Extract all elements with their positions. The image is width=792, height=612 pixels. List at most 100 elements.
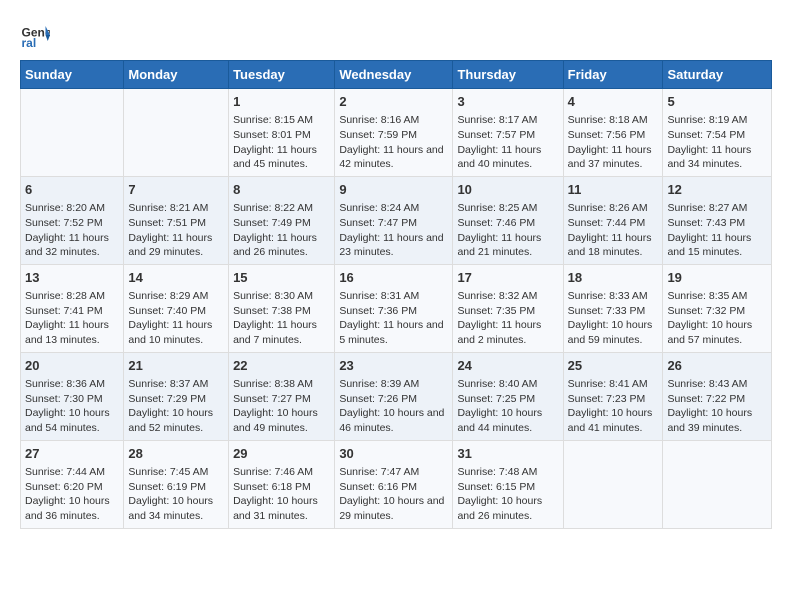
day-info-line: Sunrise: 7:45 AM <box>128 465 224 480</box>
day-info-line: Sunrise: 8:19 AM <box>667 113 767 128</box>
day-number: 11 <box>568 181 659 199</box>
day-info-line: Daylight: 11 hours and 29 minutes. <box>128 231 224 260</box>
day-info-line: Sunset: 6:18 PM <box>233 480 330 495</box>
header-day-saturday: Saturday <box>663 61 772 89</box>
day-info-line: Sunrise: 8:43 AM <box>667 377 767 392</box>
day-number: 20 <box>25 357 119 375</box>
day-info-line: Sunrise: 8:38 AM <box>233 377 330 392</box>
calendar-cell: 10Sunrise: 8:25 AMSunset: 7:46 PMDayligh… <box>453 176 563 264</box>
day-info-line: Daylight: 10 hours and 59 minutes. <box>568 318 659 347</box>
day-info-line: Sunrise: 8:20 AM <box>25 201 119 216</box>
day-info-line: Daylight: 10 hours and 26 minutes. <box>457 494 558 523</box>
day-info-line: Sunset: 7:26 PM <box>339 392 448 407</box>
calendar-cell <box>124 89 229 177</box>
day-info-line: Sunset: 6:16 PM <box>339 480 448 495</box>
calendar-cell: 19Sunrise: 8:35 AMSunset: 7:32 PMDayligh… <box>663 264 772 352</box>
day-info-line: Sunset: 7:36 PM <box>339 304 448 319</box>
calendar-cell: 23Sunrise: 8:39 AMSunset: 7:26 PMDayligh… <box>335 352 453 440</box>
day-info-line: Sunset: 7:23 PM <box>568 392 659 407</box>
week-row-4: 20Sunrise: 8:36 AMSunset: 7:30 PMDayligh… <box>21 352 772 440</box>
day-info-line: Daylight: 11 hours and 10 minutes. <box>128 318 224 347</box>
day-info-line: Sunrise: 8:40 AM <box>457 377 558 392</box>
day-info-line: Daylight: 11 hours and 34 minutes. <box>667 143 767 172</box>
calendar-cell: 26Sunrise: 8:43 AMSunset: 7:22 PMDayligh… <box>663 352 772 440</box>
day-number: 15 <box>233 269 330 287</box>
day-number: 14 <box>128 269 224 287</box>
day-info-line: Sunset: 6:20 PM <box>25 480 119 495</box>
calendar-cell: 17Sunrise: 8:32 AMSunset: 7:35 PMDayligh… <box>453 264 563 352</box>
calendar-cell: 8Sunrise: 8:22 AMSunset: 7:49 PMDaylight… <box>229 176 335 264</box>
calendar-cell <box>663 440 772 528</box>
day-info-line: Sunset: 7:54 PM <box>667 128 767 143</box>
calendar-cell: 6 Sunrise: 8:20 AMSunset: 7:52 PMDaylight… <box>21 176 124 264</box>
day-info-line: Sunrise: 7:46 AM <box>233 465 330 480</box>
calendar-cell: 14Sunrise: 8:29 AMSunset: 7:40 PMDayligh… <box>124 264 229 352</box>
day-info-line: Daylight: 10 hours and 52 minutes. <box>128 406 224 435</box>
header-row: SundayMondayTuesdayWednesdayThursdayFrid… <box>21 61 772 89</box>
day-number: 13 <box>25 269 119 287</box>
day-info-line: Daylight: 10 hours and 36 minutes. <box>25 494 119 523</box>
day-info-line: Sunset: 7:35 PM <box>457 304 558 319</box>
day-info-line: Sunset: 7:59 PM <box>339 128 448 143</box>
day-number: 6 <box>25 181 119 199</box>
week-row-1: 1Sunrise: 8:15 AMSunset: 8:01 PMDaylight… <box>21 89 772 177</box>
day-info-line: Sunrise: 8:15 AM <box>233 113 330 128</box>
day-info-line: Daylight: 11 hours and 5 minutes. <box>339 318 448 347</box>
calendar-cell: 7Sunrise: 8:21 AMSunset: 7:51 PMDaylight… <box>124 176 229 264</box>
calendar-cell: 9Sunrise: 8:24 AMSunset: 7:47 PMDaylight… <box>335 176 453 264</box>
day-info-line: Sunset: 7:52 PM <box>25 216 119 231</box>
day-info-line: Sunset: 7:44 PM <box>568 216 659 231</box>
calendar-cell: 25Sunrise: 8:41 AMSunset: 7:23 PMDayligh… <box>563 352 663 440</box>
day-number: 7 <box>128 181 224 199</box>
day-number: 27 <box>25 445 119 463</box>
day-number: 16 <box>339 269 448 287</box>
day-info-line: Daylight: 11 hours and 7 minutes. <box>233 318 330 347</box>
day-number: 10 <box>457 181 558 199</box>
day-info-line: Sunset: 7:27 PM <box>233 392 330 407</box>
day-number: 21 <box>128 357 224 375</box>
calendar-cell: 5Sunrise: 8:19 AMSunset: 7:54 PMDaylight… <box>663 89 772 177</box>
day-info-line: Sunrise: 7:44 AM <box>25 465 119 480</box>
day-info-line: Daylight: 11 hours and 40 minutes. <box>457 143 558 172</box>
day-number: 22 <box>233 357 330 375</box>
day-number: 25 <box>568 357 659 375</box>
day-info-line: Sunrise: 8:25 AM <box>457 201 558 216</box>
calendar-cell: 15Sunrise: 8:30 AMSunset: 7:38 PMDayligh… <box>229 264 335 352</box>
header-day-thursday: Thursday <box>453 61 563 89</box>
calendar-cell: 21Sunrise: 8:37 AMSunset: 7:29 PMDayligh… <box>124 352 229 440</box>
calendar-cell: 24Sunrise: 8:40 AMSunset: 7:25 PMDayligh… <box>453 352 563 440</box>
day-info-line: Daylight: 11 hours and 13 minutes. <box>25 318 119 347</box>
day-info-line: Sunrise: 8:36 AM <box>25 377 119 392</box>
day-info-line: Sunset: 7:32 PM <box>667 304 767 319</box>
day-number: 9 <box>339 181 448 199</box>
calendar-cell: 13Sunrise: 8:28 AMSunset: 7:41 PMDayligh… <box>21 264 124 352</box>
week-row-3: 13Sunrise: 8:28 AMSunset: 7:41 PMDayligh… <box>21 264 772 352</box>
day-info-line: Daylight: 11 hours and 32 minutes. <box>25 231 119 260</box>
day-info-line: Daylight: 11 hours and 37 minutes. <box>568 143 659 172</box>
page-header: Gene ral <box>20 20 772 50</box>
day-info-line: Daylight: 11 hours and 2 minutes. <box>457 318 558 347</box>
day-info-line: Sunrise: 8:28 AM <box>25 289 119 304</box>
calendar-cell: 27 Sunrise: 7:44 AMSunset: 6:20 PMDayligh… <box>21 440 124 528</box>
day-info-line: Sunset: 7:47 PM <box>339 216 448 231</box>
day-number: 31 <box>457 445 558 463</box>
day-info-line: Sunset: 6:19 PM <box>128 480 224 495</box>
day-info-line: Daylight: 10 hours and 44 minutes. <box>457 406 558 435</box>
calendar-cell <box>21 89 124 177</box>
day-info-line: Sunrise: 8:27 AM <box>667 201 767 216</box>
day-info-line: Sunrise: 8:21 AM <box>128 201 224 216</box>
day-number: 2 <box>339 93 448 111</box>
day-info-line: Daylight: 11 hours and 15 minutes. <box>667 231 767 260</box>
calendar-header: SundayMondayTuesdayWednesdayThursdayFrid… <box>21 61 772 89</box>
day-number: 3 <box>457 93 558 111</box>
day-info-line: Sunset: 7:40 PM <box>128 304 224 319</box>
header-day-monday: Monday <box>124 61 229 89</box>
day-info-line: Sunrise: 8:39 AM <box>339 377 448 392</box>
calendar-cell: 18Sunrise: 8:33 AMSunset: 7:33 PMDayligh… <box>563 264 663 352</box>
day-info-line: Daylight: 10 hours and 41 minutes. <box>568 406 659 435</box>
calendar-cell <box>563 440 663 528</box>
day-info-line: Sunrise: 8:37 AM <box>128 377 224 392</box>
day-number: 24 <box>457 357 558 375</box>
calendar-cell: 28Sunrise: 7:45 AMSunset: 6:19 PMDayligh… <box>124 440 229 528</box>
day-number: 4 <box>568 93 659 111</box>
